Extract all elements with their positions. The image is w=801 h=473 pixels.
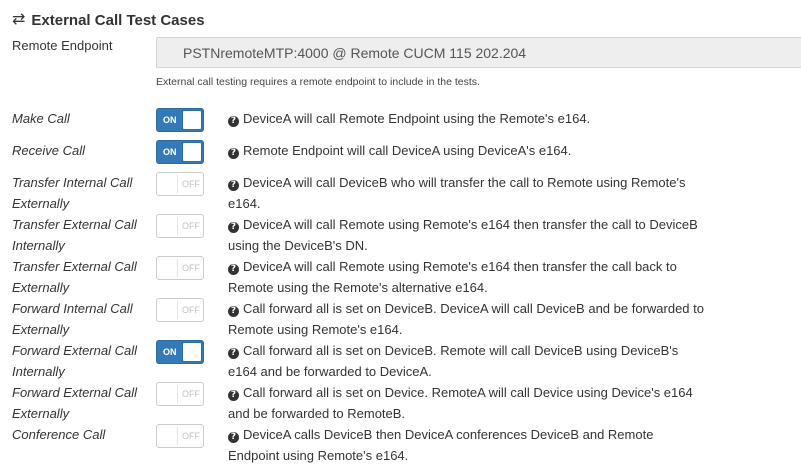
question-circle-icon: ? bbox=[228, 390, 239, 401]
test-case-description: ? Call forward all is set on DeviceB. Dev… bbox=[228, 298, 708, 340]
toggle-knob bbox=[158, 258, 178, 278]
toggle-state-text: ON bbox=[163, 115, 177, 125]
test-case-label: Transfer Internal Call Externally bbox=[12, 175, 133, 211]
toggle-knob bbox=[158, 216, 178, 236]
toggle-state-text: OFF bbox=[182, 221, 200, 231]
test-case-label: Forward Internal Call Externally bbox=[12, 301, 133, 337]
remote-endpoint-select[interactable]: PSTNremoteMTP:4000 @ Remote CUCM 115 202… bbox=[156, 37, 801, 68]
test-case-description-text: DeviceA will call Remote Endpoint using … bbox=[243, 111, 591, 126]
question-circle-icon: ? bbox=[228, 116, 239, 127]
remote-endpoint-label: Remote Endpoint bbox=[12, 38, 113, 53]
question-circle-icon: ? bbox=[228, 432, 239, 443]
question-circle-icon: ? bbox=[228, 222, 239, 233]
toggle-knob bbox=[158, 384, 178, 404]
question-circle-icon: ? bbox=[228, 148, 239, 159]
toggle-knob bbox=[158, 426, 178, 446]
test-case-description: ? DeviceA will call Remote using Remote's… bbox=[228, 256, 708, 298]
remote-endpoint-help: External call testing requires a remote … bbox=[156, 76, 480, 88]
test-case-toggle[interactable]: ON bbox=[156, 340, 204, 364]
test-case-toggle[interactable]: ON bbox=[156, 108, 204, 132]
test-case-description-text: DeviceA will call DeviceB who will trans… bbox=[228, 175, 686, 211]
toggle-state-text: OFF bbox=[182, 389, 200, 399]
test-case-description-text: Remote Endpoint will call DeviceA using … bbox=[243, 143, 572, 158]
test-case-toggle[interactable]: OFF bbox=[156, 298, 204, 322]
test-case-label: Make Call bbox=[12, 111, 70, 126]
test-case-label: Transfer External Call Internally bbox=[12, 217, 137, 253]
test-case-label: Conference Call bbox=[12, 427, 106, 442]
question-circle-icon: ? bbox=[228, 180, 239, 191]
test-case-description: ? DeviceA will call DeviceB who will tran… bbox=[228, 172, 708, 214]
test-case-description-text: Call forward all is set on DeviceB. Devi… bbox=[228, 301, 704, 337]
test-case-label: Forward External Call Internally bbox=[12, 343, 137, 379]
test-case-description-text: DeviceA will call Remote using Remote's … bbox=[228, 259, 677, 295]
test-case-description: ? Call forward all is set on DeviceB. Rem… bbox=[228, 340, 708, 382]
toggle-knob bbox=[182, 110, 202, 130]
toggle-knob bbox=[182, 342, 202, 362]
test-case-description-text: Call forward all is set on Device. Remot… bbox=[228, 385, 693, 421]
test-case-description: ? Remote Endpoint will call DeviceA using… bbox=[228, 140, 708, 161]
test-case-toggle[interactable]: OFF bbox=[156, 172, 204, 196]
toggle-state-text: OFF bbox=[182, 305, 200, 315]
toggle-knob bbox=[182, 142, 202, 162]
test-case-toggle[interactable]: OFF bbox=[156, 256, 204, 280]
question-circle-icon: ? bbox=[228, 348, 239, 359]
toggle-state-text: OFF bbox=[182, 263, 200, 273]
toggle-state-text: ON bbox=[163, 347, 177, 357]
section-title: External Call Test Cases bbox=[31, 11, 205, 29]
question-circle-icon: ? bbox=[228, 264, 239, 275]
test-case-label: Forward External Call Externally bbox=[12, 385, 137, 421]
section-header: ⇄ External Call Test Cases bbox=[12, 8, 205, 32]
test-case-description: ? DeviceA will call Remote using Remote's… bbox=[228, 214, 708, 256]
test-case-toggle[interactable]: OFF bbox=[156, 382, 204, 406]
test-case-label: Transfer External Call Externally bbox=[12, 259, 137, 295]
test-case-description: ? Call forward all is set on Device. Remo… bbox=[228, 382, 708, 424]
toggle-state-text: OFF bbox=[182, 431, 200, 441]
test-case-description-text: DeviceA will call Remote using Remote's … bbox=[228, 217, 698, 253]
question-circle-icon: ? bbox=[228, 306, 239, 317]
test-case-description: ? DeviceA will call Remote Endpoint using… bbox=[228, 108, 708, 129]
test-case-toggle[interactable]: OFF bbox=[156, 424, 204, 448]
toggle-knob bbox=[158, 174, 178, 194]
exchange-arrows-icon: ⇄ bbox=[12, 11, 26, 28]
test-case-toggle[interactable]: ON bbox=[156, 140, 204, 164]
test-case-description-text: DeviceA calls DeviceB then DeviceA confe… bbox=[228, 427, 654, 463]
toggle-state-text: OFF bbox=[182, 179, 200, 189]
test-case-label: Receive Call bbox=[12, 143, 85, 158]
test-case-toggle[interactable]: OFF bbox=[156, 214, 204, 238]
test-case-description-text: Call forward all is set on DeviceB. Remo… bbox=[228, 343, 679, 379]
toggle-knob bbox=[158, 300, 178, 320]
toggle-state-text: ON bbox=[163, 147, 177, 157]
test-case-description: ? DeviceA calls DeviceB then DeviceA conf… bbox=[228, 424, 708, 466]
